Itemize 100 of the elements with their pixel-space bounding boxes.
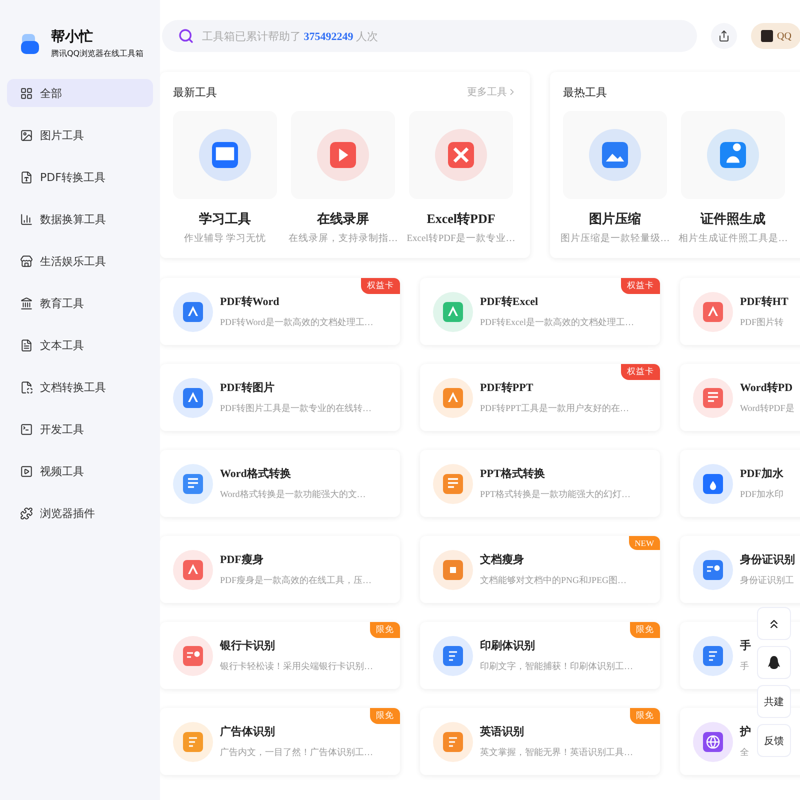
play-icon bbox=[20, 464, 33, 478]
tool-name: PDF瘦身 bbox=[220, 552, 264, 567]
feature-tile[interactable] bbox=[409, 111, 513, 199]
tool-description: PPT格式转换是一款功能强大的幻灯… bbox=[480, 488, 631, 501]
feature-name: 证件照生成 bbox=[700, 210, 766, 228]
vip-button[interactable]: QQ bbox=[751, 23, 800, 49]
tool-description: 全 bbox=[740, 746, 750, 759]
terminal-icon bbox=[20, 422, 33, 436]
tool-icon bbox=[173, 464, 213, 504]
tool-badge: NEW bbox=[628, 536, 660, 550]
tool-name: Word格式转换 bbox=[220, 466, 292, 481]
sidebar-item[interactable]: 图片工具 bbox=[7, 121, 153, 149]
tool-icon bbox=[433, 550, 473, 590]
tool-icon bbox=[707, 129, 759, 181]
tool-name: PDF转PPT bbox=[480, 380, 534, 395]
sidebar-item[interactable]: 浏览器插件 bbox=[7, 499, 153, 527]
tool-icon bbox=[317, 129, 369, 181]
sidebar-label: 浏览器插件 bbox=[40, 506, 95, 520]
document-icon bbox=[20, 338, 33, 352]
sidebar-item[interactable]: 开发工具 bbox=[7, 415, 153, 443]
tool-description: PDF转Excel是一款高效的文档处理工… bbox=[480, 316, 634, 329]
feature-tile[interactable] bbox=[563, 111, 667, 199]
tool-description: 手 bbox=[740, 660, 750, 673]
tool-description: PDF图片转 bbox=[740, 316, 785, 329]
tool-icon bbox=[173, 550, 213, 590]
tool-name: 英语识别 bbox=[480, 724, 525, 739]
tool-icon bbox=[173, 292, 213, 332]
sidebar-item[interactable]: 教育工具 bbox=[7, 289, 153, 317]
sidebar-label: 全部 bbox=[40, 86, 62, 100]
tool-description: 银行卡轻松读！采用尖端银行卡识别… bbox=[220, 660, 373, 673]
feature-tile[interactable] bbox=[291, 111, 395, 199]
sidebar-label: 教育工具 bbox=[40, 296, 84, 310]
tool-name: PPT格式转换 bbox=[480, 466, 546, 481]
float-button[interactable]: 共建 bbox=[757, 685, 791, 718]
tool-name: 手 bbox=[740, 638, 751, 653]
feature-description: 在线录屏，支持录制指… bbox=[288, 232, 398, 245]
tool-name: 印刷体识别 bbox=[480, 638, 536, 653]
tool-badge: 权益卡 bbox=[361, 278, 400, 294]
tool-icon bbox=[435, 129, 487, 181]
search-placeholder: 工具箱已累计帮助了 375492249 人次 bbox=[202, 30, 378, 44]
sidebar-label: 文档转换工具 bbox=[40, 380, 106, 394]
sidebar-item[interactable]: PDF转换工具 bbox=[7, 163, 153, 191]
feature-tile[interactable] bbox=[681, 111, 785, 199]
tool-icon bbox=[433, 636, 473, 676]
search-field[interactable]: 工具箱已累计帮助了 375492249 人次 bbox=[162, 20, 697, 52]
tool-description: 英文掌握，智能无界！英语识别工具… bbox=[480, 746, 633, 759]
tool-name: Word转PD bbox=[740, 380, 794, 395]
sidebar-item[interactable]: 文本工具 bbox=[7, 331, 153, 359]
feature-tile[interactable] bbox=[173, 111, 277, 199]
tool-icon bbox=[433, 378, 473, 418]
tool-badge: 权益卡 bbox=[621, 364, 660, 380]
tool-icon bbox=[693, 636, 733, 676]
tool-name: 广告体识别 bbox=[220, 724, 276, 739]
v-badge-icon bbox=[761, 30, 773, 42]
sidebar-label: 开发工具 bbox=[40, 422, 84, 436]
tool-description: PDF转Word是一款高效的文档处理工… bbox=[220, 316, 374, 329]
feature-name: 图片压缩 bbox=[589, 210, 641, 228]
tool-icon bbox=[173, 636, 213, 676]
tool-description: 广告内文，一目了然！广告体识别工… bbox=[220, 746, 373, 759]
tool-icon bbox=[173, 378, 213, 418]
tool-description: PDF加水印 bbox=[740, 488, 784, 501]
tool-icon bbox=[433, 464, 473, 504]
tool-icon bbox=[433, 292, 473, 332]
penguin-button[interactable] bbox=[757, 646, 791, 679]
sidebar-item[interactable]: 数据换算工具 bbox=[7, 205, 153, 233]
tool-description: PDF瘦身是一款高效的在线工具，压… bbox=[220, 574, 372, 587]
panel-title: 最新工具 bbox=[173, 86, 217, 100]
tool-description: Word转PDF是 bbox=[740, 402, 794, 415]
tool-name: 身份证识别 bbox=[740, 552, 795, 567]
bar-chart-icon bbox=[20, 212, 33, 226]
tool-badge: 限免 bbox=[630, 622, 660, 638]
sidebar-item[interactable]: 生活娱乐工具 bbox=[7, 247, 153, 275]
tool-description: PDF转图片工具是一款专业的在线转… bbox=[220, 402, 372, 415]
file-icon bbox=[20, 170, 33, 184]
tool-icon bbox=[693, 292, 733, 332]
feature-description: 相片生成证件照工具是… bbox=[678, 232, 788, 245]
tool-icon bbox=[433, 722, 473, 762]
sidebar-item[interactable]: 文档转换工具 bbox=[7, 373, 153, 401]
tool-description: 印刷文字，智能捕获！印刷体识别工… bbox=[480, 660, 633, 673]
tool-name: PDF加水 bbox=[740, 466, 784, 481]
sidebar-label: 视频工具 bbox=[40, 464, 84, 478]
feature-description: 作业辅导 学习无忧 bbox=[184, 232, 266, 245]
tool-description: PDF转PPT工具是一款用户友好的在… bbox=[480, 402, 630, 415]
share-button[interactable] bbox=[711, 23, 737, 49]
feature-name: 学习工具 bbox=[199, 210, 251, 228]
sidebar-item[interactable]: 全部 bbox=[7, 79, 153, 107]
tool-description: 文档能够对文档中的PNG和JPEG图… bbox=[480, 574, 627, 587]
sidebar-item[interactable]: 视频工具 bbox=[7, 457, 153, 485]
tool-icon bbox=[173, 722, 213, 762]
tool-name: PDF转图片 bbox=[220, 380, 276, 395]
tool-badge: 限免 bbox=[370, 622, 400, 638]
float-button[interactable]: 反馈 bbox=[757, 724, 791, 757]
puzzle-icon bbox=[20, 506, 33, 520]
sidebar-label: 图片工具 bbox=[40, 128, 84, 142]
penguin-icon bbox=[768, 656, 780, 670]
tool-icon bbox=[693, 464, 733, 504]
store-icon bbox=[20, 254, 33, 268]
tool-badge: 权益卡 bbox=[621, 278, 660, 294]
tool-name: PDF转Word bbox=[220, 294, 280, 309]
tool-name: PDF转HT bbox=[740, 294, 788, 309]
